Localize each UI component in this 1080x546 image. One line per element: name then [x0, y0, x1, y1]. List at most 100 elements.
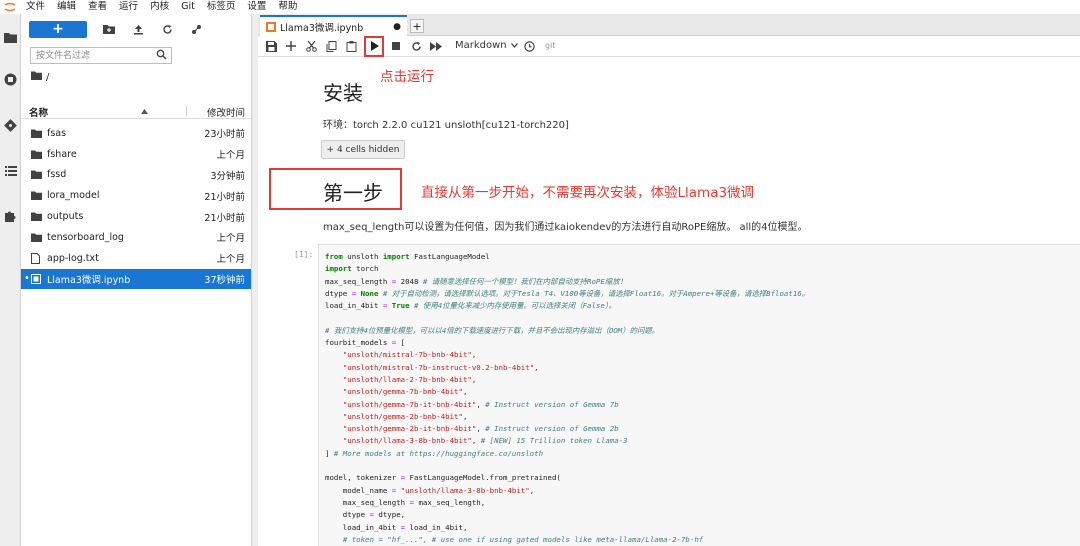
- menu-kernel[interactable]: 内核: [144, 0, 175, 14]
- breadcrumb: /: [31, 71, 49, 83]
- refresh-icon[interactable]: [160, 22, 174, 36]
- code-editor[interactable]: from unsloth import FastLanguageModel imp…: [325, 251, 809, 546]
- running-sessions-icon[interactable]: [3, 72, 18, 87]
- folder-icon: [31, 212, 43, 222]
- notebook-toolbar: Markdown git: [258, 36, 1080, 57]
- hidden-cells-button[interactable]: + 4 cells hidden: [321, 140, 405, 159]
- menu-file[interactable]: 文件: [20, 0, 51, 14]
- code-line: # token = "hf_...", # use one if using g…: [342, 534, 704, 544]
- code-line: "unsloth/gemma-7b-bnb-4bit",: [342, 387, 468, 397]
- extensions-puzzle-icon[interactable]: [3, 208, 18, 223]
- file-modified: 37秒钟前: [204, 274, 245, 286]
- file-row-fsas[interactable]: fsas 23小时前: [21, 123, 251, 144]
- tab-bar: Llama3微调.ipynb ● +: [258, 14, 1080, 36]
- notebook-icon: [31, 273, 43, 284]
- code-line: "unsloth/mistral-7b-instruct-v0.2-bnb-4b…: [342, 362, 539, 372]
- copy-icon[interactable]: [324, 39, 338, 53]
- code-line: load_in_4bit = load_in_4bit,: [325, 522, 468, 532]
- git-clone-icon[interactable]: [189, 22, 203, 36]
- menu-edit[interactable]: 编辑: [51, 0, 82, 14]
- git-label[interactable]: git: [545, 41, 555, 50]
- git-icon[interactable]: [3, 118, 18, 133]
- folder-icon: [31, 170, 43, 180]
- menu-view[interactable]: 查看: [82, 0, 113, 14]
- cell-type-select[interactable]: Markdown: [455, 40, 518, 51]
- stop-kernel-icon[interactable]: [389, 39, 403, 53]
- search-icon: [156, 49, 167, 63]
- code-line: load_in_4bit = True # 使用4位量化来减少内存使用量。可以选…: [325, 301, 616, 311]
- save-icon[interactable]: [264, 39, 278, 53]
- file-row-lora-model[interactable]: lora_model 21小时前: [21, 185, 251, 206]
- file-row-app-log[interactable]: app-log.txt 上个月: [21, 248, 251, 269]
- file-list-header: 名称 修改时间: [21, 103, 251, 119]
- menu-run[interactable]: 运行: [113, 0, 144, 14]
- run-button-highlight: [364, 36, 384, 57]
- file-row-fshare[interactable]: fshare 上个月: [21, 144, 251, 165]
- code-line: "unsloth/gemma-2b-bnb-4bit",: [342, 411, 468, 421]
- file-row-llama3-notebook[interactable]: • Llama3微调.ipynb 37秒钟前: [21, 268, 251, 290]
- file-browser-panel: + / 名称: [21, 14, 252, 546]
- chevron-down-icon: [510, 40, 518, 51]
- code-line: # 我们支持4位预量化模型，可以以4倍的下载速度进行下载，并且不会出现内存溢出（…: [325, 325, 660, 335]
- folder-icon[interactable]: [3, 30, 18, 45]
- restart-run-all-icon[interactable]: [429, 39, 443, 53]
- code-line: model, tokenizer = FastLanguageModel.fro…: [325, 473, 561, 483]
- notebook-panel: Llama3微调.ipynb ● + Markdown git 点击运行 安装 …: [258, 14, 1080, 546]
- folder-icon: [31, 233, 43, 242]
- new-tab-button[interactable]: +: [410, 19, 424, 33]
- code-line: import torch: [325, 264, 379, 274]
- code-line: from unsloth import FastLanguageModel: [325, 252, 490, 261]
- annotation-run: 点击运行: [380, 69, 434, 85]
- file-modified: 3分钟前: [210, 170, 245, 182]
- file-row-outputs[interactable]: outputs 21小时前: [21, 206, 251, 227]
- unsaved-dot-icon[interactable]: ●: [393, 22, 401, 32]
- folder-icon: [31, 129, 43, 138]
- file-name: outputs: [47, 211, 84, 223]
- code-line: fourbit_models = [: [325, 338, 406, 348]
- code-line: dtype = None # 对于自动检测，请选择默认选项。对于Tesla T4…: [325, 288, 810, 298]
- running-dot-icon: •: [24, 272, 30, 284]
- paste-icon[interactable]: [344, 39, 358, 53]
- menu-tabs[interactable]: 标签页: [201, 0, 242, 14]
- new-folder-icon[interactable]: [102, 22, 116, 36]
- column-name-header[interactable]: 名称: [29, 105, 48, 119]
- restart-kernel-icon[interactable]: [409, 39, 423, 53]
- column-divider: [186, 106, 187, 116]
- folder-icon: [31, 150, 43, 159]
- breadcrumb-path[interactable]: /: [46, 72, 49, 83]
- cut-icon[interactable]: [304, 39, 318, 53]
- jupyterlab-window: 文件 编辑 查看 运行 内核 Git 标签页 设置 帮助 + 按文件名过滤 / …: [0, 0, 1080, 546]
- clock-icon[interactable]: [522, 39, 536, 53]
- upload-icon[interactable]: [131, 22, 145, 36]
- annotation-step: 直接从第一步开始，不需要再次安装，体验Llama3微调: [421, 185, 755, 201]
- menu-settings[interactable]: 设置: [241, 0, 272, 14]
- heading-install: 安装: [323, 81, 363, 105]
- file-list: fsas 23小时前 fshare 上个月 fssd 3分钟前 lora_mod…: [21, 123, 251, 290]
- file-modified: 23小时前: [204, 129, 245, 141]
- table-of-contents-icon[interactable]: [3, 163, 18, 178]
- file-modified: 上个月: [216, 150, 245, 162]
- file-row-tensorboard-log[interactable]: tensorboard_log 上个月: [21, 227, 251, 248]
- column-modified-header[interactable]: 修改时间: [207, 105, 245, 119]
- sort-ascending-icon[interactable]: [141, 106, 148, 117]
- code-line: ] # More models at https://huggingface.c…: [325, 448, 544, 458]
- code-cell[interactable]: from unsloth import FastLanguageModel imp…: [318, 244, 1080, 546]
- env-text: 环境：torch 2.2.0 cu121 unsloth[cu121-torch…: [323, 120, 569, 131]
- code-line: max_seq_length = max_seq_length,: [325, 497, 486, 507]
- code-line: "unsloth/gemma-7b-it-bnb-4bit", # Instru…: [342, 399, 619, 409]
- home-folder-icon[interactable]: [31, 71, 42, 83]
- file-filter-input[interactable]: [31, 48, 151, 63]
- insert-cell-icon[interactable]: [284, 39, 298, 53]
- max-seq-text: max_seq_length可以设置为任何值，因为我们通过kaiokendev的…: [323, 222, 808, 233]
- tab-llama3-notebook[interactable]: Llama3微调.ipynb ●: [260, 15, 407, 36]
- cell-prompt: [1]:: [294, 250, 314, 259]
- new-launcher-button[interactable]: +: [29, 20, 87, 38]
- activity-bar: [0, 14, 21, 546]
- file-modified: 21小时前: [204, 191, 245, 203]
- menu-git[interactable]: Git: [175, 0, 201, 14]
- menu-help[interactable]: 帮助: [272, 0, 303, 14]
- file-name: fsas: [47, 127, 67, 139]
- file-row-fssd[interactable]: fssd 3分钟前: [21, 165, 251, 186]
- file-name: app-log.txt: [47, 252, 99, 264]
